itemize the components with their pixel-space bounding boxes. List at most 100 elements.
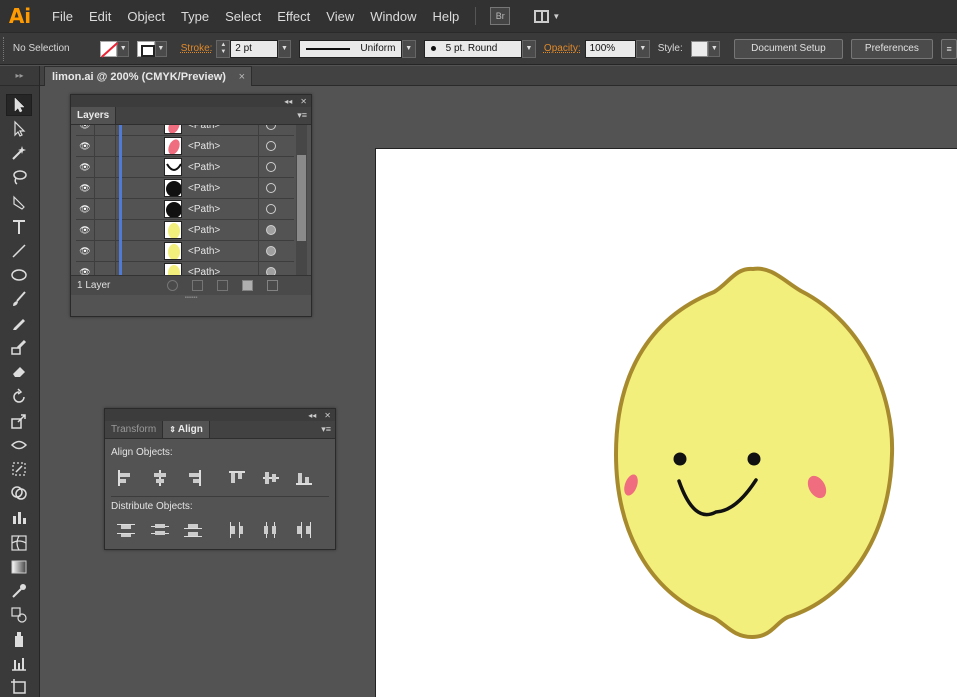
- opacity-field[interactable]: 100%: [584, 39, 636, 58]
- target-circle-icon[interactable]: [266, 141, 276, 151]
- target-circle-icon[interactable]: [266, 183, 276, 193]
- stroke-weight-stepper[interactable]: ▲ ▼: [216, 39, 231, 58]
- tab-align[interactable]: ⇕ Align: [163, 421, 210, 438]
- target-circle-icon[interactable]: [266, 162, 276, 172]
- bridge-button[interactable]: Br: [490, 7, 511, 25]
- shape-builder-tool[interactable]: [6, 482, 32, 504]
- locate-object-icon[interactable]: [167, 280, 178, 291]
- new-sublayer-icon[interactable]: [217, 280, 228, 291]
- variable-width-profile[interactable]: Uniform: [299, 39, 402, 58]
- menu-window[interactable]: Window: [362, 9, 424, 24]
- stroke-swatch[interactable]: [137, 40, 155, 57]
- stroke-label[interactable]: Stroke:: [181, 43, 213, 54]
- tab-transform[interactable]: Transform: [105, 421, 164, 438]
- rotate-tool[interactable]: [6, 386, 32, 408]
- menu-select[interactable]: Select: [217, 9, 269, 24]
- control-bar-grip[interactable]: [3, 36, 9, 61]
- visibility-eye-icon[interactable]: 👁: [76, 125, 94, 131]
- column-graph-tool[interactable]: [6, 652, 32, 674]
- graph-tool[interactable]: [6, 506, 32, 528]
- layer-row[interactable]: 👁 <Path>: [76, 156, 294, 178]
- visibility-eye-icon[interactable]: 👁: [76, 183, 94, 194]
- layer-row[interactable]: 👁 <Path>: [76, 219, 294, 241]
- left-eye[interactable]: [673, 452, 687, 466]
- horizontal-distribute-left-icon[interactable]: [228, 522, 244, 538]
- vertical-distribute-top-icon[interactable]: [117, 522, 135, 538]
- document-tab[interactable]: limon.ai @ 200% (CMYK/Preview) ×: [44, 66, 252, 86]
- profile-dropdown[interactable]: ▼: [401, 39, 416, 58]
- visibility-eye-icon[interactable]: 👁: [76, 225, 94, 236]
- menu-help[interactable]: Help: [424, 9, 467, 24]
- brush-dropdown[interactable]: ▼: [522, 39, 536, 58]
- vertical-align-top-icon[interactable]: [228, 470, 246, 486]
- layers-scrollbar[interactable]: [296, 125, 307, 275]
- magic-wand-tool[interactable]: [6, 142, 32, 164]
- target-circle-icon[interactable]: [266, 204, 276, 214]
- vertical-align-center-icon[interactable]: [262, 470, 279, 486]
- arrange-documents-button[interactable]: ▼: [534, 7, 560, 25]
- selection-tool[interactable]: [6, 94, 32, 116]
- paintbrush-tool[interactable]: [6, 288, 32, 310]
- opacity-dropdown[interactable]: ▼: [635, 39, 650, 58]
- close-panel-icon[interactable]: ✕: [324, 411, 331, 420]
- collapse-icon[interactable]: ◂◂: [308, 411, 316, 420]
- clipping-mask-icon[interactable]: [192, 280, 203, 291]
- line-segment-tool[interactable]: [6, 240, 32, 262]
- close-panel-icon[interactable]: ✕: [300, 97, 307, 106]
- free-transform-tool[interactable]: [6, 458, 32, 480]
- graphic-style-dropdown[interactable]: ▼: [708, 40, 721, 57]
- pen-tool[interactable]: [6, 192, 32, 214]
- layer-row[interactable]: 👁 <Path>: [76, 177, 294, 199]
- visibility-eye-icon[interactable]: 👁: [76, 204, 94, 215]
- horizontal-distribute-right-icon[interactable]: [295, 522, 312, 538]
- menu-view[interactable]: View: [318, 9, 362, 24]
- trash-icon[interactable]: [267, 280, 278, 291]
- menu-object[interactable]: Object: [119, 9, 173, 24]
- panel-resize-grip[interactable]: ▪▪▪▪▪▪: [71, 295, 311, 301]
- lock-toggle[interactable]: [94, 240, 116, 262]
- visibility-eye-icon[interactable]: 👁: [76, 267, 94, 276]
- type-tool[interactable]: [6, 216, 32, 238]
- scale-tool[interactable]: [6, 410, 32, 432]
- stroke-color-dropdown[interactable]: ▼: [154, 40, 167, 57]
- ellipse-tool[interactable]: [6, 264, 32, 286]
- panel-menu-icon[interactable]: ▾≡: [297, 110, 307, 121]
- horizontal-align-right-icon[interactable]: [184, 470, 202, 486]
- horizontal-align-center-icon[interactable]: [151, 470, 167, 486]
- collapse-icon[interactable]: ◂◂: [284, 97, 292, 106]
- artboard-tool[interactable]: [6, 676, 32, 697]
- target-circle-icon[interactable]: [266, 246, 276, 256]
- width-tool[interactable]: [6, 434, 32, 456]
- menu-type[interactable]: Type: [173, 9, 217, 24]
- graphic-style-swatch[interactable]: [690, 40, 709, 57]
- close-tab-icon[interactable]: ×: [239, 71, 245, 83]
- tools-panel-collapse[interactable]: ▸▸: [0, 66, 39, 86]
- eyedropper-tool[interactable]: [6, 580, 32, 602]
- opacity-label[interactable]: Opacity:: [544, 43, 581, 54]
- layer-row[interactable]: 👁 <Path>: [76, 261, 294, 276]
- vertical-distribute-center-icon[interactable]: [150, 522, 169, 538]
- lock-toggle[interactable]: [94, 219, 116, 241]
- target-circle-icon[interactable]: [266, 125, 276, 130]
- vertical-align-bottom-icon[interactable]: [295, 470, 313, 486]
- gradient-tool[interactable]: [6, 556, 32, 578]
- panel-menu-icon[interactable]: ▾≡: [321, 424, 331, 435]
- preferences-button[interactable]: Preferences: [850, 38, 934, 59]
- stroke-weight-dropdown[interactable]: ▼: [277, 39, 292, 58]
- new-layer-icon[interactable]: [242, 280, 253, 291]
- lock-toggle[interactable]: [94, 135, 116, 157]
- lock-toggle[interactable]: [94, 177, 116, 199]
- tab-layers[interactable]: Layers: [71, 107, 117, 124]
- direct-selection-tool[interactable]: [6, 118, 32, 140]
- artboard[interactable]: [375, 148, 957, 697]
- layer-row[interactable]: 👁 <Path>: [76, 135, 294, 157]
- control-bar-menu-button[interactable]: ≡: [941, 38, 957, 59]
- horizontal-distribute-center-icon[interactable]: [262, 522, 278, 538]
- symbol-sprayer-tool[interactable]: [6, 628, 32, 650]
- horizontal-align-left-icon[interactable]: [117, 470, 133, 486]
- visibility-eye-icon[interactable]: 👁: [76, 246, 94, 257]
- right-eye[interactable]: [747, 452, 761, 466]
- document-setup-button[interactable]: Document Setup: [734, 38, 843, 59]
- lemon-illustration[interactable]: [376, 149, 957, 697]
- layers-scrollbar-thumb[interactable]: [297, 155, 306, 241]
